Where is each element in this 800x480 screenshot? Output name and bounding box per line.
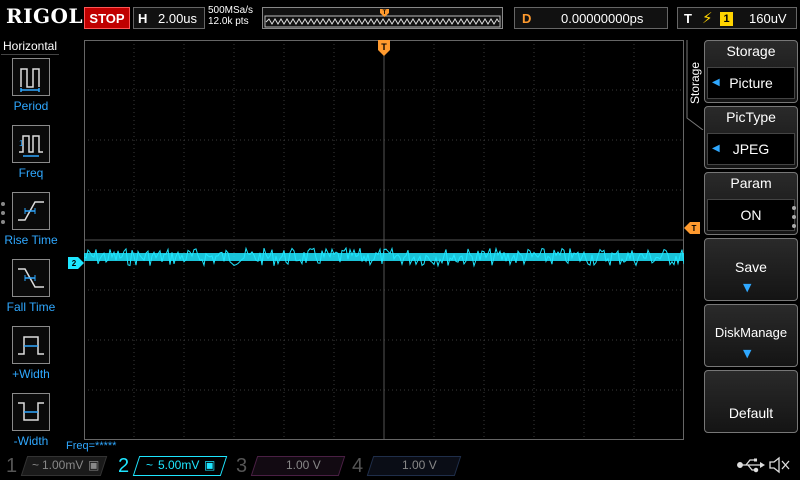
param-button[interactable]: Param ON: [704, 172, 798, 235]
svg-text:T: T: [381, 42, 387, 52]
delay-label: D: [522, 11, 532, 26]
channel-coupling: ~: [146, 458, 154, 472]
disk-manage-button[interactable]: DiskManage ▼: [704, 304, 798, 367]
memory-depth: 12.0k pts: [208, 16, 249, 27]
submenu-down-icon: ▼: [743, 347, 752, 360]
softkey-title: Storage: [726, 43, 776, 59]
usb-icon: [737, 458, 765, 473]
svg-text:T: T: [692, 224, 697, 233]
softkey-title: DiskManage: [714, 325, 788, 340]
channel-2-trace-band: [84, 253, 684, 261]
channel-number: 2: [118, 455, 130, 477]
measure-period[interactable]: Period: [0, 58, 62, 124]
softkey-title: Default: [728, 405, 774, 421]
measure-label: Fall Time: [6, 300, 56, 314]
trigger-label: T: [684, 11, 692, 26]
channel-scale: 1.00 V: [402, 458, 437, 472]
param-value: ON: [707, 199, 795, 231]
cycle-left-icon: ◀: [712, 77, 720, 88]
submenu-down-icon: ▼: [743, 281, 752, 294]
save-button[interactable]: Save ▼: [704, 238, 798, 301]
measure-positive-width[interactable]: +Width: [0, 326, 62, 392]
channel-2-status[interactable]: 2 ~ 5.00mV ▣: [112, 454, 228, 478]
measure-label: Rise Time: [4, 233, 58, 247]
channel-2-offset-marker[interactable]: 2: [68, 257, 84, 269]
left-menu-title: Horizontal: [1, 39, 59, 55]
menu-tab-frame: [686, 40, 704, 130]
rise-time-icon: [12, 192, 50, 230]
trigger-source: 1: [720, 12, 733, 26]
acquisition-info: 500MSa/s 12.0k pts: [208, 5, 253, 27]
svg-text:2: 2: [72, 259, 77, 268]
right-page-indicator: [792, 206, 796, 233]
timebase-box[interactable]: H 2.00us: [133, 7, 205, 29]
pic-type-value: ◀ JPEG: [707, 133, 795, 165]
speaker-mute-icon: [769, 456, 790, 474]
measure-label: -Width: [13, 434, 49, 448]
cycle-left-icon: ◀: [712, 143, 720, 154]
sample-rate: 500MSa/s: [208, 5, 254, 16]
memory-overview-waveform: T: [264, 9, 501, 28]
svg-text:T: T: [383, 10, 387, 16]
graticule-center-axes: [84, 40, 684, 440]
default-button[interactable]: Default: [704, 370, 798, 433]
status-icons: [734, 455, 794, 475]
negative-width-icon: [12, 393, 50, 431]
pic-type-button[interactable]: PicType ◀ JPEG: [704, 106, 798, 169]
channel-3-status[interactable]: 3 1.00 V: [230, 454, 346, 478]
softkey-title: Param: [730, 175, 772, 191]
delay-value: 0.00000000ps: [561, 11, 644, 26]
bandwidth-limit-icon: ▣: [88, 458, 100, 472]
channel-scale: 5.00mV: [158, 458, 200, 472]
channel-scale: 1.00 V: [286, 458, 321, 472]
fall-time-icon: [12, 259, 50, 297]
channel-number: 3: [236, 455, 248, 477]
run-stop-button[interactable]: STOP: [84, 7, 130, 29]
storage-type-button[interactable]: Storage ◀ Picture: [704, 40, 798, 103]
channel-number: 1: [6, 455, 18, 477]
trigger-box[interactable]: T ⚡ 1 160uV: [677, 7, 797, 29]
frequency-readout: Freq=*****: [66, 440, 117, 452]
trigger-level: 160uV: [749, 11, 787, 26]
softkey-title: Save: [735, 259, 767, 275]
channel-number: 4: [352, 455, 364, 477]
trigger-position-marker[interactable]: T: [378, 40, 390, 56]
measure-negative-width[interactable]: -Width: [0, 393, 62, 459]
horizontal-label: H: [138, 11, 148, 26]
brand-logo: RIGOL: [6, 4, 84, 28]
channel-scale: 1.00mV: [42, 458, 84, 472]
frequency-icon: 1: [12, 125, 50, 163]
waveform-display[interactable]: [84, 40, 684, 440]
delay-box[interactable]: D 0.00000000ps: [514, 7, 668, 29]
storage-type-value: ◀ Picture: [707, 67, 795, 99]
measure-label: +Width: [12, 367, 50, 381]
measure-label: Freq: [18, 166, 44, 180]
bandwidth-limit-icon: ▣: [204, 458, 216, 472]
measure-rise-time[interactable]: Rise Time: [0, 192, 62, 258]
trigger-level-marker[interactable]: T: [684, 222, 700, 234]
measure-fall-time[interactable]: Fall Time: [0, 259, 62, 325]
channel-4-status[interactable]: 4 1.00 V: [346, 454, 466, 478]
timebase-value: 2.00us: [158, 11, 198, 26]
left-page-indicator: [1, 202, 5, 229]
channel-coupling: ~: [32, 458, 40, 472]
channel-1-status[interactable]: 1 ~ 1.00mV ▣: [0, 454, 110, 478]
measure-frequency[interactable]: 1 Freq: [0, 125, 62, 191]
measure-label: Period: [13, 99, 49, 113]
period-icon: [12, 58, 50, 96]
softkey-title: PicType: [726, 109, 776, 125]
svg-text:1: 1: [19, 139, 24, 148]
top-status-bar: RIGOL STOP H 2.00us 500MSa/s 12.0k pts T…: [0, 0, 800, 36]
rising-edge-icon: ⚡: [702, 9, 713, 27]
positive-width-icon: [12, 326, 50, 364]
memory-overview-bar[interactable]: T: [262, 7, 503, 29]
